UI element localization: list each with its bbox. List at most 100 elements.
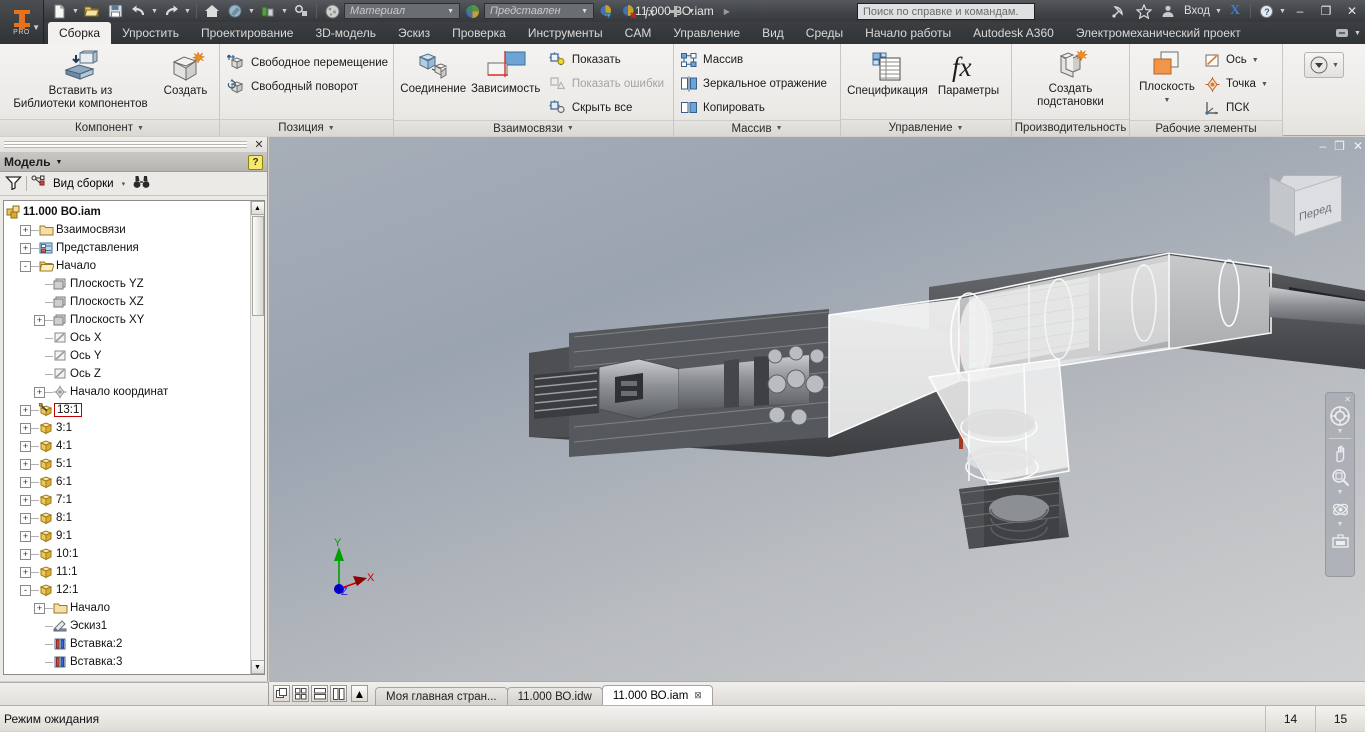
- ribbon-display-options-icon[interactable]: ▼: [1331, 22, 1365, 44]
- tree-item-3[interactable]: -Начало: [6, 257, 250, 275]
- ribbon-tab-6[interactable]: Инструменты: [517, 22, 614, 44]
- tree-expander-20[interactable]: +: [20, 567, 31, 578]
- parameters-fx-icon[interactable]: fx: [641, 1, 663, 21]
- satellite-dish-icon[interactable]: [1108, 0, 1132, 22]
- update-caret[interactable]: ▼: [280, 1, 289, 21]
- horizontal-tile-button[interactable]: [311, 685, 328, 702]
- tree-item-11[interactable]: +13:1: [6, 401, 250, 419]
- tree-scroll-down-button[interactable]: ▼: [251, 660, 265, 674]
- redo-caret[interactable]: ▼: [183, 1, 192, 21]
- tree-item-4[interactable]: Плоскость YZ: [6, 275, 250, 293]
- appearance-icon[interactable]: [224, 1, 246, 21]
- tree-expander-13[interactable]: +: [20, 441, 31, 452]
- tree-item-16[interactable]: +7:1: [6, 491, 250, 509]
- show-constraints-button[interactable]: Показать: [547, 48, 669, 72]
- document-tab-2[interactable]: 11.000 ВО.iam⊠: [602, 685, 713, 706]
- work-plane-caret[interactable]: ▼: [1164, 94, 1171, 107]
- user-avatar-icon[interactable]: [1156, 0, 1180, 22]
- free-rotate-button[interactable]: Свободный поворот: [224, 75, 393, 99]
- tree-item-14[interactable]: +5:1: [6, 455, 250, 473]
- work-axis-caret[interactable]: ▼: [1252, 57, 1259, 64]
- ribbon-tab-3[interactable]: 3D-модель: [304, 22, 387, 44]
- tree-expander-11[interactable]: +: [20, 405, 31, 416]
- model-tree-container[interactable]: 11.000 ВО.iam+Взаимосвязи+Представления-…: [3, 200, 265, 675]
- browser-title-caret[interactable]: ▼: [55, 159, 62, 166]
- orbit-icon[interactable]: [1327, 497, 1353, 521]
- create-component-button[interactable]: Создать: [158, 48, 214, 100]
- work-plane-button[interactable]: Плоскость ▼: [1134, 48, 1200, 109]
- panel-title-pattern[interactable]: Массив ▼: [674, 120, 840, 136]
- browser-drag-grip[interactable]: [4, 141, 247, 148]
- panel-title-relationships[interactable]: Взаимосвязи ▼: [394, 120, 673, 136]
- tree-expander-3[interactable]: -: [20, 261, 31, 272]
- minimize-button[interactable]: –: [1287, 0, 1313, 22]
- tree-item-10[interactable]: +Начало координат: [6, 383, 250, 401]
- ribbon-tab-12[interactable]: Autodesk A360: [962, 22, 1065, 44]
- search-input[interactable]: Поиск по справке и командам.: [857, 3, 1035, 20]
- pattern-button[interactable]: Массив: [678, 48, 832, 72]
- tree-item-17[interactable]: +8:1: [6, 509, 250, 527]
- mirror-button[interactable]: Зеркальное отражение: [678, 72, 832, 96]
- tree-item-2[interactable]: +Представления: [6, 239, 250, 257]
- panel-title-performance[interactable]: Производительность: [1012, 119, 1129, 136]
- open-file-icon[interactable]: [81, 1, 103, 21]
- binoculars-icon[interactable]: [133, 175, 150, 192]
- constraint-button[interactable]: Зависимость: [468, 48, 542, 98]
- tabs-scroll-up-button[interactable]: ▲: [351, 685, 368, 702]
- material-combo[interactable]: Материал ▼: [344, 3, 460, 19]
- pan-icon[interactable]: [1327, 441, 1353, 465]
- ribbon-tab-7[interactable]: CAM: [614, 22, 663, 44]
- tree-item-9[interactable]: Ось Z: [6, 365, 250, 383]
- document-tab-0[interactable]: Моя главная стран...: [375, 687, 508, 706]
- tree-scroll-thumb[interactable]: [252, 216, 264, 316]
- ribbon-tab-10[interactable]: Среды: [795, 22, 854, 44]
- tree-item-13[interactable]: +4:1: [6, 437, 250, 455]
- new-file-icon[interactable]: [48, 1, 70, 21]
- tree-item-5[interactable]: Плоскость XZ: [6, 293, 250, 311]
- look-at-icon[interactable]: [1327, 529, 1353, 553]
- vertical-tile-button[interactable]: [330, 685, 347, 702]
- ribbon-tab-5[interactable]: Проверка: [441, 22, 517, 44]
- hide-all-button[interactable]: Скрыть все: [547, 96, 669, 120]
- clear-appearance-icon[interactable]: [618, 1, 640, 21]
- new-file-caret[interactable]: ▼: [71, 1, 80, 21]
- viewport-minimize-button[interactable]: –: [1319, 139, 1326, 153]
- browser-grip-bar[interactable]: ✕: [0, 137, 267, 153]
- tree-item-22[interactable]: +Начало: [6, 599, 250, 617]
- restore-button[interactable]: ❐: [1313, 0, 1339, 22]
- adjust-appearance-icon[interactable]: [595, 1, 617, 21]
- undo-caret[interactable]: ▼: [150, 1, 159, 21]
- appearance-caret[interactable]: ▼: [247, 1, 256, 21]
- tree-expander-2[interactable]: +: [20, 243, 31, 254]
- exchange-apps-icon[interactable]: X: [1223, 0, 1247, 22]
- panel-title-work-features[interactable]: Рабочие элементы: [1130, 120, 1282, 136]
- signin-caret[interactable]: ▼: [1214, 1, 1223, 21]
- ucs-button[interactable]: ПСК: [1202, 96, 1273, 120]
- filter-icon[interactable]: [5, 175, 22, 193]
- assembly-view-icon[interactable]: [31, 175, 49, 193]
- cascade-view-button[interactable]: [273, 685, 290, 702]
- tree-expander-1[interactable]: +: [20, 225, 31, 236]
- bom-button[interactable]: Спецификация: [845, 48, 930, 100]
- tree-item-0[interactable]: 11.000 ВО.iam: [6, 203, 250, 221]
- tree-item-8[interactable]: Ось Y: [6, 347, 250, 365]
- work-point-button[interactable]: Точка ▼: [1202, 72, 1273, 96]
- viewport-restore-button[interactable]: ❐: [1334, 139, 1345, 153]
- tree-item-12[interactable]: +3:1: [6, 419, 250, 437]
- redo-icon[interactable]: [160, 1, 182, 21]
- panel-overflow-button[interactable]: ▼: [1304, 52, 1344, 78]
- ribbon-tab-9[interactable]: Вид: [751, 22, 795, 44]
- work-axis-button[interactable]: Ось ▼: [1202, 48, 1273, 72]
- assembly-view-label[interactable]: Вид сборки: [53, 178, 114, 190]
- browser-help-icon[interactable]: ?: [248, 155, 263, 170]
- tree-item-6[interactable]: +Плоскость XY: [6, 311, 250, 329]
- ribbon-tab-0[interactable]: Сборка: [48, 22, 111, 44]
- ribbon-tab-13[interactable]: Электромеханический проект: [1065, 22, 1252, 44]
- parameters-button[interactable]: fx Параметры: [930, 48, 1007, 100]
- steering-wheel-icon[interactable]: [1327, 404, 1353, 428]
- panel-title-manage[interactable]: Управление ▼: [841, 119, 1011, 136]
- tree-expander-10[interactable]: +: [34, 387, 45, 398]
- tree-expander-19[interactable]: +: [20, 549, 31, 560]
- ribbon-tab-11[interactable]: Начало работы: [854, 22, 962, 44]
- help-icon[interactable]: ?: [1254, 0, 1278, 22]
